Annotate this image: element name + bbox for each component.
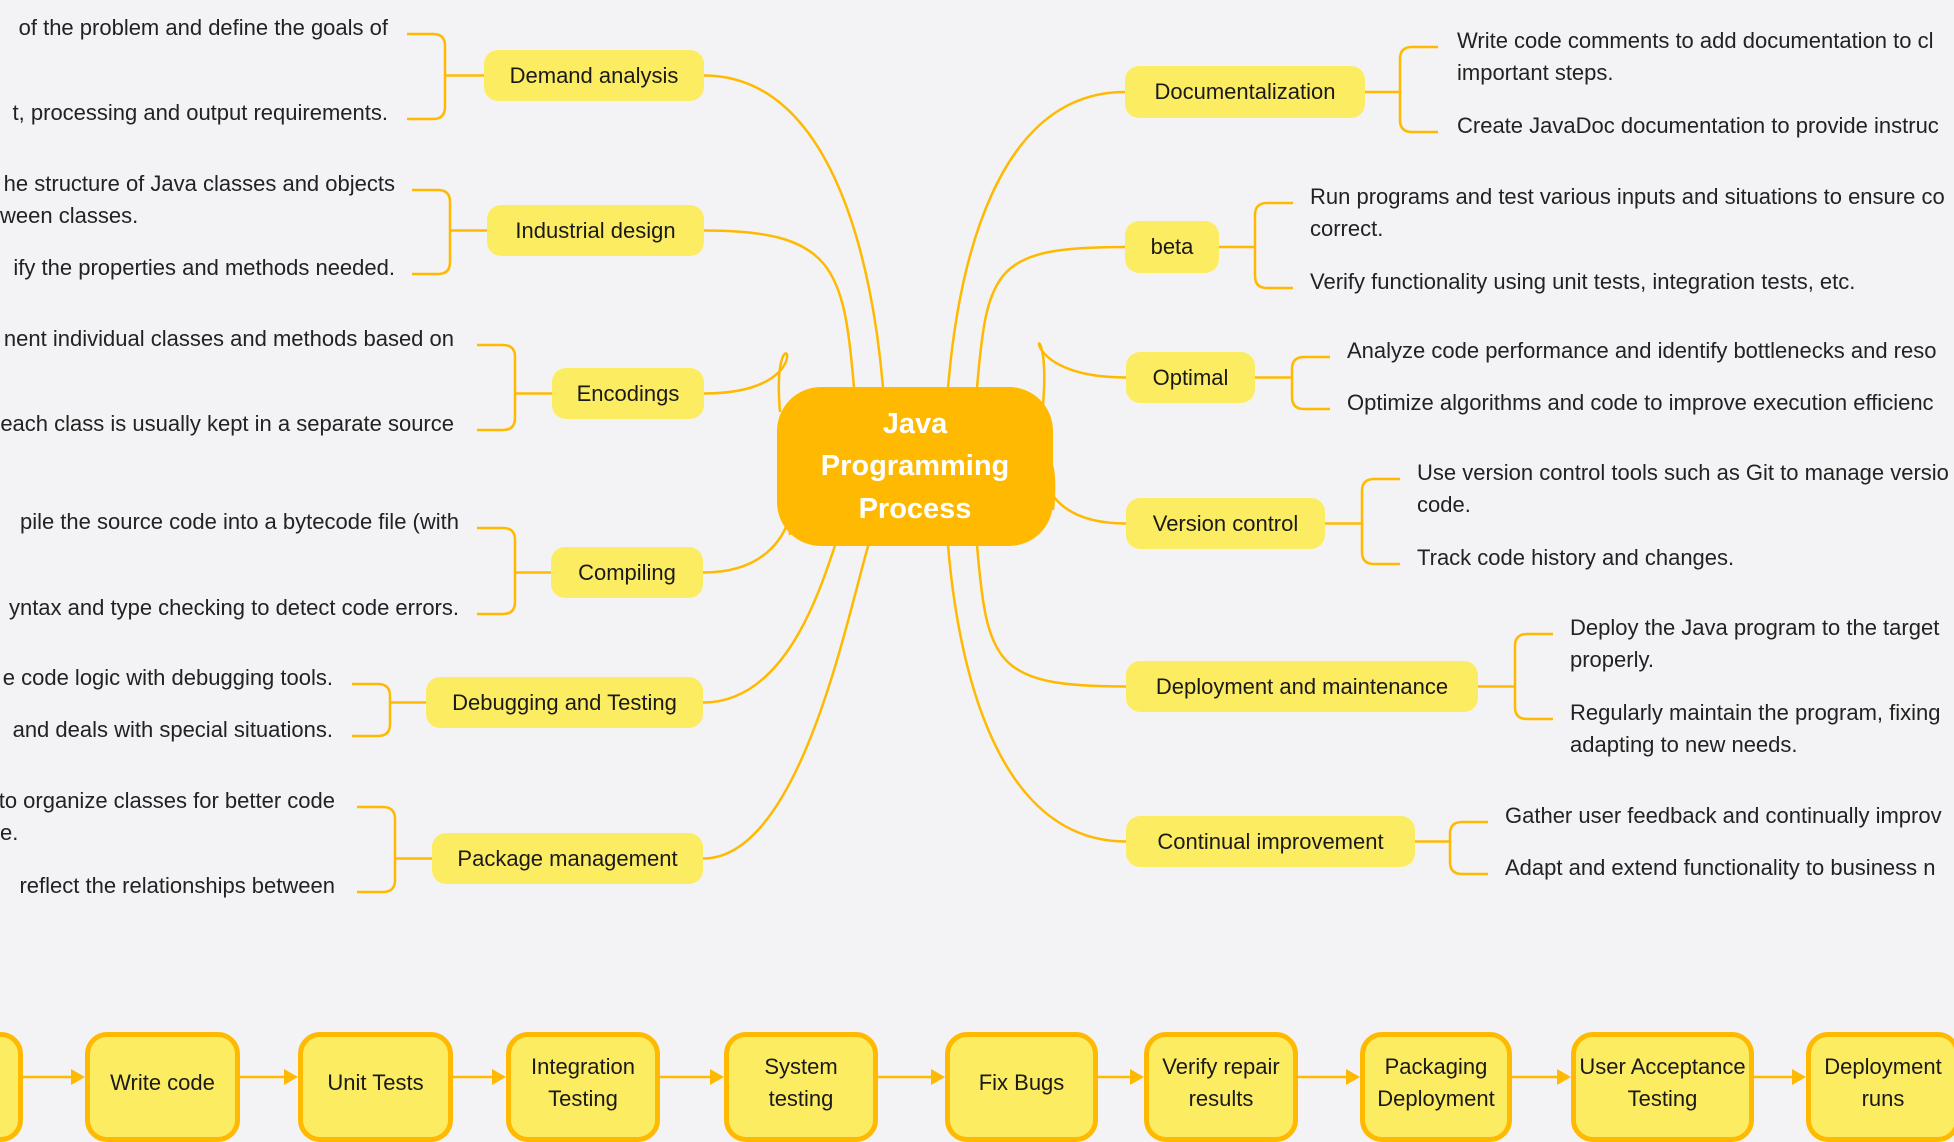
branch-connector — [702, 522, 885, 860]
topic-label: beta — [1150, 234, 1194, 259]
arrow-head-icon — [710, 1069, 724, 1085]
branch-connector — [1037, 342, 1127, 406]
subtopic[interactable]: Adapt and extend functionality to busine… — [1505, 852, 1936, 884]
topic-label: Version control — [1152, 510, 1299, 536]
subtopic[interactable]: Deploy the Java program to the target pro… — [1570, 612, 1939, 676]
topic-compiling[interactable]: Compiling — [551, 547, 703, 598]
topic-version-control[interactable]: Version control — [1126, 498, 1325, 549]
bracket — [412, 188, 452, 276]
bracket — [1448, 820, 1488, 876]
central-topic[interactable]: Java Programming Process — [777, 387, 1053, 546]
subtopic[interactable]: Regularly maintain the program, fixing ad… — [1570, 697, 1941, 761]
arrow-head-icon — [1557, 1069, 1571, 1085]
flow-step[interactable]: User Acceptance Testing — [1571, 1032, 1754, 1142]
branch-connector — [975, 245, 1126, 389]
flow-step[interactable]: Verify repair results — [1144, 1032, 1298, 1142]
subtopic[interactable]: reflect the relationships between — [19, 870, 335, 902]
branch-connector — [946, 90, 1126, 389]
flow-step[interactable]: System testing — [724, 1032, 878, 1142]
topic-continual-improvement[interactable]: Continual improvement — [1126, 816, 1415, 867]
topic-package-management[interactable]: Package management — [432, 833, 703, 884]
bracket — [1513, 632, 1553, 721]
arrow-head-icon — [1346, 1069, 1360, 1085]
central-topic-label: Java Programming Process — [820, 408, 1010, 525]
bracket — [477, 343, 517, 432]
subtopic[interactable]: Analyze code performance and identify bo… — [1347, 335, 1936, 367]
topic-demand-analysis[interactable]: Demand analysis — [484, 50, 704, 101]
topic-documentalization[interactable]: Documentalization — [1125, 66, 1365, 118]
topic-beta[interactable]: beta — [1125, 221, 1219, 273]
bracket — [357, 805, 397, 894]
subtopic[interactable]: Gather user feedback and continually imp… — [1505, 800, 1942, 832]
subtopic[interactable]: to organize classes for better code — [0, 785, 335, 817]
topic-optimal[interactable]: Optimal — [1126, 352, 1255, 403]
flow-step[interactable] — [0, 1032, 23, 1142]
subtopic[interactable]: Verify functionality using unit tests, i… — [1310, 266, 1855, 298]
branch-connector — [703, 352, 789, 413]
bracket — [1398, 45, 1438, 134]
bracket — [1253, 201, 1293, 290]
bracket — [1290, 355, 1330, 411]
subtopic[interactable]: pile the source code into a bytecode fil… — [20, 506, 459, 538]
subtopic[interactable]: nent individual classes and methods base… — [4, 323, 454, 355]
bracket — [1360, 477, 1400, 566]
topic-label: Debugging and Testing — [452, 689, 677, 715]
subtopic[interactable]: t, processing and output requirements. — [13, 97, 388, 129]
bracket — [407, 32, 447, 121]
flow-step[interactable]: Unit Tests — [298, 1032, 453, 1142]
bracket — [352, 682, 392, 738]
arrow-head-icon — [1792, 1069, 1806, 1085]
topic-debugging-and-testing[interactable]: Debugging and Testing — [426, 677, 703, 728]
subtopic-continuation: ween classes. — [0, 203, 139, 228]
arrow-head-icon — [71, 1069, 85, 1085]
topic-label: Encodings — [576, 380, 680, 406]
arrow-head-icon — [284, 1069, 298, 1085]
subtopic[interactable]: Create JavaDoc documentation to provide … — [1457, 110, 1939, 142]
subtopic[interactable]: Use version control tools such as Git to… — [1417, 457, 1949, 521]
subtopic[interactable]: of the problem and define the goals of — [19, 12, 388, 44]
subtopic[interactable]: Optimize algorithms and code to improve … — [1347, 387, 1934, 419]
flow-step[interactable]: Fix Bugs — [945, 1032, 1098, 1142]
branch-connector — [946, 544, 1127, 843]
flow-step[interactable]: Integration Testing — [506, 1032, 660, 1142]
subtopic[interactable]: Write code comments to add documentation… — [1457, 25, 1934, 89]
subtopic-continuation: e. — [0, 820, 19, 845]
topic-label: Demand analysis — [509, 62, 679, 88]
topic-label: Documentalization — [1154, 79, 1336, 104]
flow-step[interactable]: Packaging Deployment — [1360, 1032, 1512, 1142]
branch-connector — [703, 74, 885, 389]
flow-step[interactable]: Write code — [85, 1032, 240, 1142]
arrow-head-icon — [931, 1069, 945, 1085]
subtopic[interactable]: and deals with special situations. — [13, 714, 333, 746]
subtopic[interactable]: he structure of Java classes and objects — [4, 168, 395, 200]
topic-label: Optimal — [1152, 364, 1229, 390]
bracket — [477, 526, 517, 616]
topic-deployment-and-maintenance[interactable]: Deployment and maintenance — [1126, 661, 1478, 712]
topic-label: Industrial design — [515, 217, 676, 243]
topic-label: Compiling — [578, 559, 676, 585]
topic-label: Deployment and maintenance — [1155, 673, 1449, 699]
subtopic[interactable]: Run programs and test various inputs and… — [1310, 181, 1945, 245]
topic-label: Package management — [457, 845, 678, 871]
topic-label: Continual improvement — [1157, 828, 1384, 854]
topic-encodings[interactable]: Encodings — [552, 368, 704, 419]
topic-industrial-design[interactable]: Industrial design — [487, 205, 704, 256]
arrow-head-icon — [492, 1069, 506, 1085]
arrow-head-icon — [1130, 1069, 1144, 1085]
subtopic[interactable]: ify the properties and methods needed. — [13, 252, 395, 284]
branch-connector — [1043, 458, 1127, 525]
subtopic[interactable]: Track code history and changes. — [1417, 542, 1734, 574]
subtopic[interactable]: yntax and type checking to detect code e… — [9, 592, 459, 624]
subtopic[interactable]: e code logic with debugging tools. — [3, 662, 333, 694]
flow-step[interactable]: Deployment runs — [1806, 1032, 1954, 1142]
branch-connector — [975, 544, 1127, 688]
subtopic[interactable]: each class is usually kept in a separate… — [0, 408, 454, 440]
branch-connector — [703, 229, 856, 389]
